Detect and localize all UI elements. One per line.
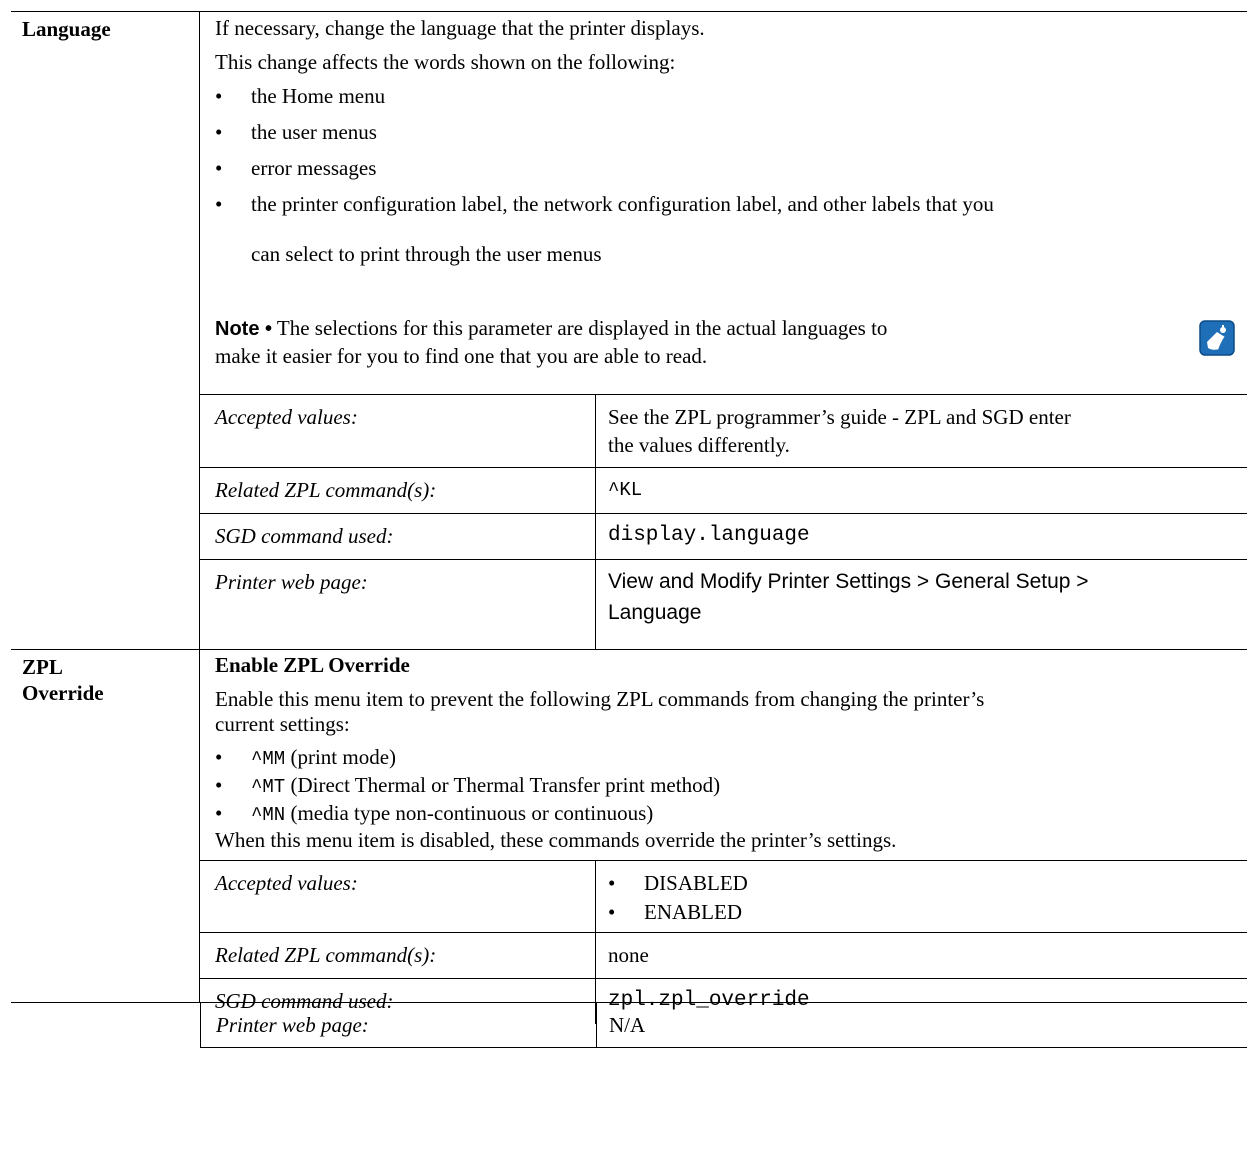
- sgd-label: SGD command used:: [215, 524, 394, 548]
- zpl-override-desc-line-2: current settings:: [215, 712, 350, 736]
- sgd-value: display.language: [608, 524, 810, 547]
- language-sgd-row: SGD command used: display.language: [200, 513, 1247, 559]
- list-item: ENABLED: [608, 898, 748, 927]
- zpl-accepted-row: Accepted values: DISABLED ENABLED: [200, 860, 1247, 932]
- list-item: ^MN (media type non-continuous or contin…: [215, 801, 720, 829]
- parameter-table: Language If necessary, change the langua…: [11, 11, 1247, 1048]
- zpl-override-label-line-1: ZPL: [22, 655, 63, 679]
- command-code: ^MM: [251, 748, 286, 770]
- language-bullet-list: the Home menu the user menus error messa…: [215, 84, 994, 216]
- language-label: Language: [22, 17, 111, 41]
- zpl-key: Related ZPL command(s):: [200, 933, 596, 978]
- sgd-key: SGD command used:: [200, 514, 596, 559]
- language-row: Language If necessary, change the langua…: [11, 11, 1247, 650]
- zpl-label: Related ZPL command(s):: [215, 478, 437, 502]
- command-description: (print mode): [285, 745, 397, 769]
- language-intro: If necessary, change the language that t…: [215, 16, 705, 40]
- zpl-zpl-row: Related ZPL command(s): none: [200, 932, 1247, 978]
- web-value-line-2: Language: [608, 601, 702, 624]
- accepted-value: See the ZPL programmer’s guide - ZPL and…: [596, 395, 1247, 467]
- language-web-row: Printer web page: View and Modify Printe…: [200, 559, 1247, 650]
- web-value-cell: View and Modify Printer Settings > Gener…: [596, 560, 1247, 650]
- zpl-value-cell: ^KL: [596, 468, 1247, 513]
- command-description: (Direct Thermal or Thermal Transfer prin…: [285, 773, 721, 797]
- accepted-line-2: the values differently.: [608, 433, 790, 457]
- note-line-2: make it easier for you to find one that …: [215, 344, 708, 368]
- note-label: Note •: [215, 318, 273, 340]
- web-value: N/A: [609, 1013, 646, 1037]
- accepted-key: Accepted values:: [200, 861, 596, 932]
- list-item: the user menus: [215, 120, 994, 156]
- accepted-line-1: See the ZPL programmer’s guide - ZPL and…: [608, 405, 1071, 429]
- web-value-cell: N/A: [597, 1003, 1247, 1047]
- accepted-key: Accepted values:: [200, 395, 596, 467]
- web-label: Printer web page:: [215, 570, 368, 594]
- command-description: (media type non-continuous or continuous…: [285, 801, 654, 825]
- command-code: ^MN: [251, 804, 286, 826]
- zpl-key: Related ZPL command(s):: [200, 468, 596, 513]
- zpl-value: ^KL: [608, 479, 643, 501]
- list-item: DISABLED: [608, 869, 748, 898]
- zpl-override-heading: Enable ZPL Override: [215, 653, 410, 677]
- zpl-override-desc-line-1: Enable this menu item to prevent the fol…: [215, 687, 985, 711]
- language-affects: This change affects the words shown on t…: [215, 50, 676, 74]
- list-item: error messages: [215, 156, 994, 192]
- list-item: the printer configuration label, the net…: [215, 192, 994, 216]
- zpl-override-content: Enable ZPL Override Enable this menu ite…: [200, 650, 1247, 1024]
- accepted-label: Accepted values:: [215, 405, 358, 429]
- web-key: Printer web page:: [200, 560, 596, 650]
- note-text: Note • The selections for this parameter…: [215, 316, 887, 341]
- list-item: ^MT (Direct Thermal or Thermal Transfer …: [215, 773, 720, 801]
- web-key: Printer web page:: [201, 1003, 597, 1047]
- list-item: the Home menu: [215, 84, 994, 120]
- zpl-value: none: [608, 943, 649, 967]
- web-label: Printer web page:: [216, 1013, 369, 1037]
- language-zpl-row: Related ZPL command(s): ^KL: [200, 467, 1247, 513]
- zpl-override-label-cell: ZPL Override: [11, 650, 200, 1002]
- accepted-values-list: DISABLED ENABLED: [608, 869, 748, 927]
- zpl-override-after: When this menu item is disabled, these c…: [215, 828, 897, 852]
- note-line-1: The selections for this parameter are di…: [272, 316, 888, 340]
- accepted-label: Accepted values:: [215, 871, 358, 895]
- web-value-line-1: View and Modify Printer Settings > Gener…: [608, 570, 1089, 593]
- zpl-override-row: ZPL Override Enable ZPL Override Enable …: [11, 650, 1247, 1024]
- zpl-value-cell: none: [596, 933, 1247, 978]
- language-accepted-row: Accepted values: See the ZPL programmer’…: [200, 394, 1247, 467]
- zpl-web-row: Printer web page: N/A: [200, 1003, 1247, 1048]
- language-bullet-continuation: can select to print through the user men…: [251, 242, 602, 266]
- sgd-value-cell: display.language: [596, 514, 1247, 559]
- list-item: ^MM (print mode): [215, 745, 720, 773]
- zpl-override-bullet-list: ^MM (print mode) ^MT (Direct Thermal or …: [215, 745, 720, 829]
- note-pad-icon: [1199, 320, 1235, 356]
- zpl-label: Related ZPL command(s):: [215, 943, 437, 967]
- zpl-override-label: ZPL Override: [22, 654, 104, 706]
- language-label-cell: Language: [11, 12, 200, 649]
- command-code: ^MT: [251, 776, 286, 798]
- accepted-value: DISABLED ENABLED: [596, 861, 1247, 932]
- zpl-override-label-line-2: Override: [22, 681, 104, 705]
- language-content: If necessary, change the language that t…: [200, 12, 1247, 650]
